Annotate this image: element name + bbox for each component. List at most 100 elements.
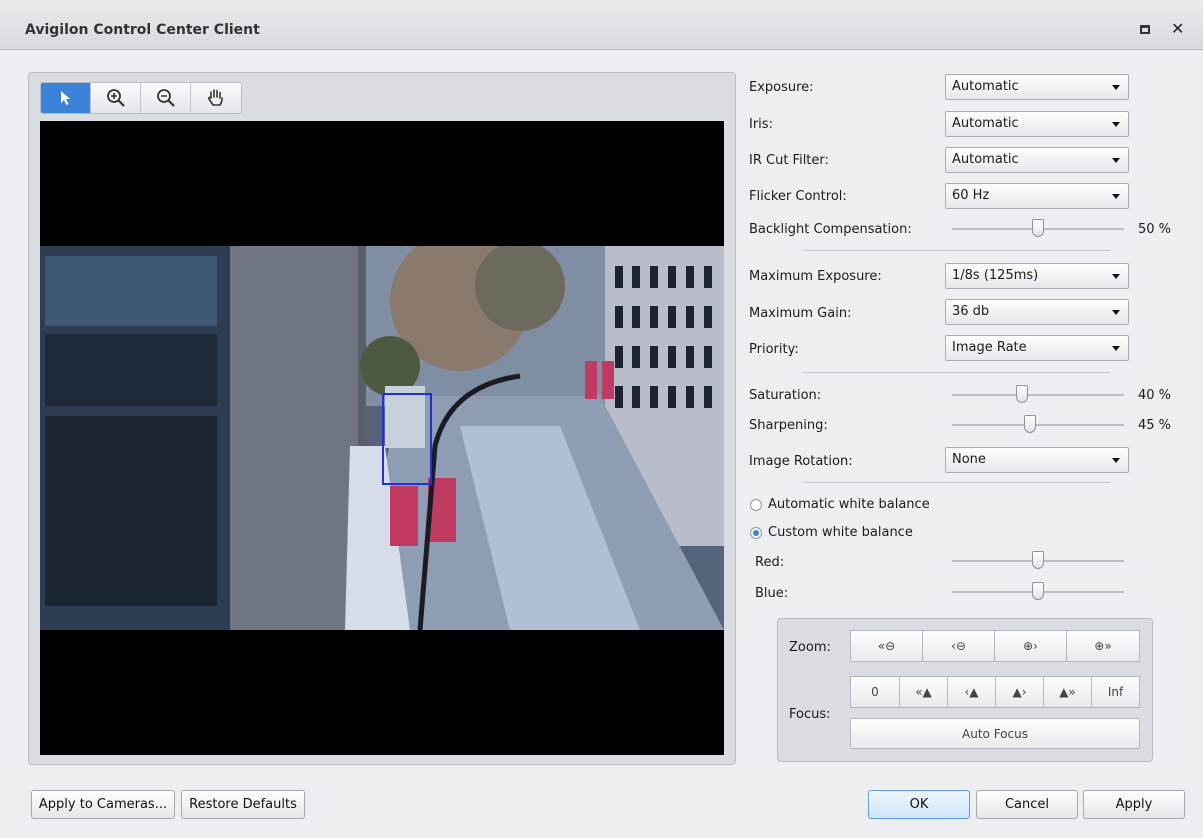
zoom-in-fast-button[interactable]: ⊕» <box>1066 630 1140 662</box>
maximum-exposure-value: 1/8s (125ms) <box>952 268 1039 283</box>
focus-inf-button[interactable]: Inf <box>1091 676 1140 708</box>
slider-thumb[interactable] <box>1032 582 1044 600</box>
dropdown-arrow-icon <box>1112 310 1120 315</box>
focus-label: Focus: <box>789 707 831 722</box>
focus-near-icon: ‹▲ <box>964 685 979 699</box>
focus-near-fast-icon: «▲ <box>915 685 932 699</box>
zoom-in-fast-icon: ⊕» <box>1094 639 1112 653</box>
focus-near-button[interactable]: ‹▲ <box>947 676 996 708</box>
exposure-value: Automatic <box>952 79 1019 94</box>
slider-thumb[interactable] <box>1032 219 1044 237</box>
zoom-out-fast-button[interactable]: «⊖ <box>850 630 923 662</box>
slider-thumb[interactable] <box>1024 415 1036 433</box>
ok-button[interactable]: OK <box>868 790 970 819</box>
priority-value: Image Rate <box>952 340 1027 355</box>
dropdown-arrow-icon <box>1112 194 1120 199</box>
apply-button[interactable]: Apply <box>1083 790 1185 819</box>
view-toolbar <box>40 82 242 114</box>
slider-thumb[interactable] <box>1016 385 1028 403</box>
pointer-icon <box>60 91 70 105</box>
divider <box>803 372 1110 373</box>
title-bar: Avigilon Control Center Client ✕ <box>0 0 1203 50</box>
apply-to-cameras-button[interactable]: Apply to Cameras... <box>31 790 175 819</box>
backlight-compensation-slider[interactable] <box>952 219 1124 239</box>
zoom-out-icon <box>156 89 175 107</box>
selection-box[interactable] <box>382 393 432 485</box>
radio-button-selected[interactable] <box>750 526 762 539</box>
sharpening-label: Sharpening: <box>749 418 828 433</box>
maximum-exposure-label: Maximum Exposure: <box>749 269 882 284</box>
red-label: Red: <box>755 555 785 570</box>
radio-button[interactable] <box>750 498 762 511</box>
auto-focus-button[interactable]: Auto Focus <box>850 718 1140 749</box>
focus-far-icon: ▲› <box>1012 685 1027 699</box>
zoom-out-button[interactable]: ‹⊖ <box>922 630 995 662</box>
zoom-in-tool-button[interactable] <box>91 83 141 113</box>
exposure-dropdown[interactable]: Automatic <box>945 74 1129 100</box>
focus-far-fast-button[interactable]: ▲» <box>1043 676 1092 708</box>
zoom-out-tool-button[interactable] <box>141 83 191 113</box>
maximum-gain-label: Maximum Gain: <box>749 306 852 321</box>
zoom-in-button[interactable]: ⊕› <box>994 630 1067 662</box>
maximize-icon[interactable] <box>1140 25 1150 34</box>
iris-value: Automatic <box>952 116 1019 131</box>
image-rotation-value: None <box>952 452 986 467</box>
maximum-gain-value: 36 db <box>952 304 990 319</box>
backlight-compensation-percent: 50 % <box>1138 222 1172 237</box>
red-slider[interactable] <box>952 551 1124 571</box>
dropdown-arrow-icon <box>1112 122 1120 127</box>
zoom-out-step-icon: ‹⊖ <box>951 639 966 653</box>
saturation-slider[interactable] <box>952 385 1124 405</box>
cancel-button[interactable]: Cancel <box>976 790 1078 819</box>
focus-far-fast-icon: ▲» <box>1059 685 1076 699</box>
dropdown-arrow-icon <box>1112 158 1120 163</box>
automatic-white-balance-option[interactable]: Automatic white balance <box>750 497 930 512</box>
custom-white-balance-label: Custom white balance <box>768 525 913 540</box>
dropdown-arrow-icon <box>1112 85 1120 90</box>
flicker-control-label: Flicker Control: <box>749 189 847 204</box>
exposure-label: Exposure: <box>749 80 814 95</box>
focus-zero-label: 0 <box>871 685 879 699</box>
dropdown-arrow-icon <box>1112 346 1120 351</box>
slider-track <box>952 424 1124 426</box>
dropdown-arrow-icon <box>1112 458 1120 463</box>
restore-defaults-button[interactable]: Restore Defaults <box>181 790 305 819</box>
image-rotation-dropdown[interactable]: None <box>945 447 1129 473</box>
blue-label: Blue: <box>755 586 789 601</box>
dropdown-arrow-icon <box>1112 274 1120 279</box>
ir-cut-filter-value: Automatic <box>952 152 1019 167</box>
iris-dropdown[interactable]: Automatic <box>945 111 1129 137</box>
sharpening-percent: 45 % <box>1138 418 1172 433</box>
blue-slider[interactable] <box>952 582 1124 602</box>
zoom-label: Zoom: <box>789 640 831 655</box>
ir-cut-filter-label: IR Cut Filter: <box>749 153 829 168</box>
custom-white-balance-option[interactable]: Custom white balance <box>750 525 913 540</box>
pan-hand-icon <box>208 89 223 106</box>
maximum-gain-dropdown[interactable]: 36 db <box>945 299 1129 325</box>
divider <box>803 250 1110 251</box>
ir-cut-filter-dropdown[interactable]: Automatic <box>945 147 1129 173</box>
focus-zero-button[interactable]: 0 <box>850 676 900 708</box>
saturation-percent: 40 % <box>1138 388 1172 403</box>
pointer-tool-button[interactable] <box>41 83 91 113</box>
pan-tool-button[interactable] <box>191 83 241 113</box>
zoom-in-icon <box>106 89 125 107</box>
saturation-label: Saturation: <box>749 388 822 403</box>
image-rotation-label: Image Rotation: <box>749 454 853 469</box>
sharpening-slider[interactable] <box>952 415 1124 435</box>
focus-far-button[interactable]: ▲› <box>995 676 1044 708</box>
divider <box>803 482 1110 483</box>
automatic-white-balance-label: Automatic white balance <box>768 497 930 512</box>
focus-inf-label: Inf <box>1107 685 1124 699</box>
slider-thumb[interactable] <box>1032 551 1044 569</box>
camera-video-view[interactable] <box>40 121 724 755</box>
backlight-compensation-label: Backlight Compensation: <box>749 222 912 237</box>
flicker-control-dropdown[interactable]: 60 Hz <box>945 183 1129 209</box>
focus-near-fast-button[interactable]: «▲ <box>899 676 948 708</box>
maximum-exposure-dropdown[interactable]: 1/8s (125ms) <box>945 263 1129 289</box>
iris-label: Iris: <box>749 117 773 132</box>
close-icon[interactable]: ✕ <box>1171 19 1184 38</box>
priority-dropdown[interactable]: Image Rate <box>945 335 1129 361</box>
zoom-out-fast-icon: «⊖ <box>877 639 896 653</box>
priority-label: Priority: <box>749 342 799 357</box>
